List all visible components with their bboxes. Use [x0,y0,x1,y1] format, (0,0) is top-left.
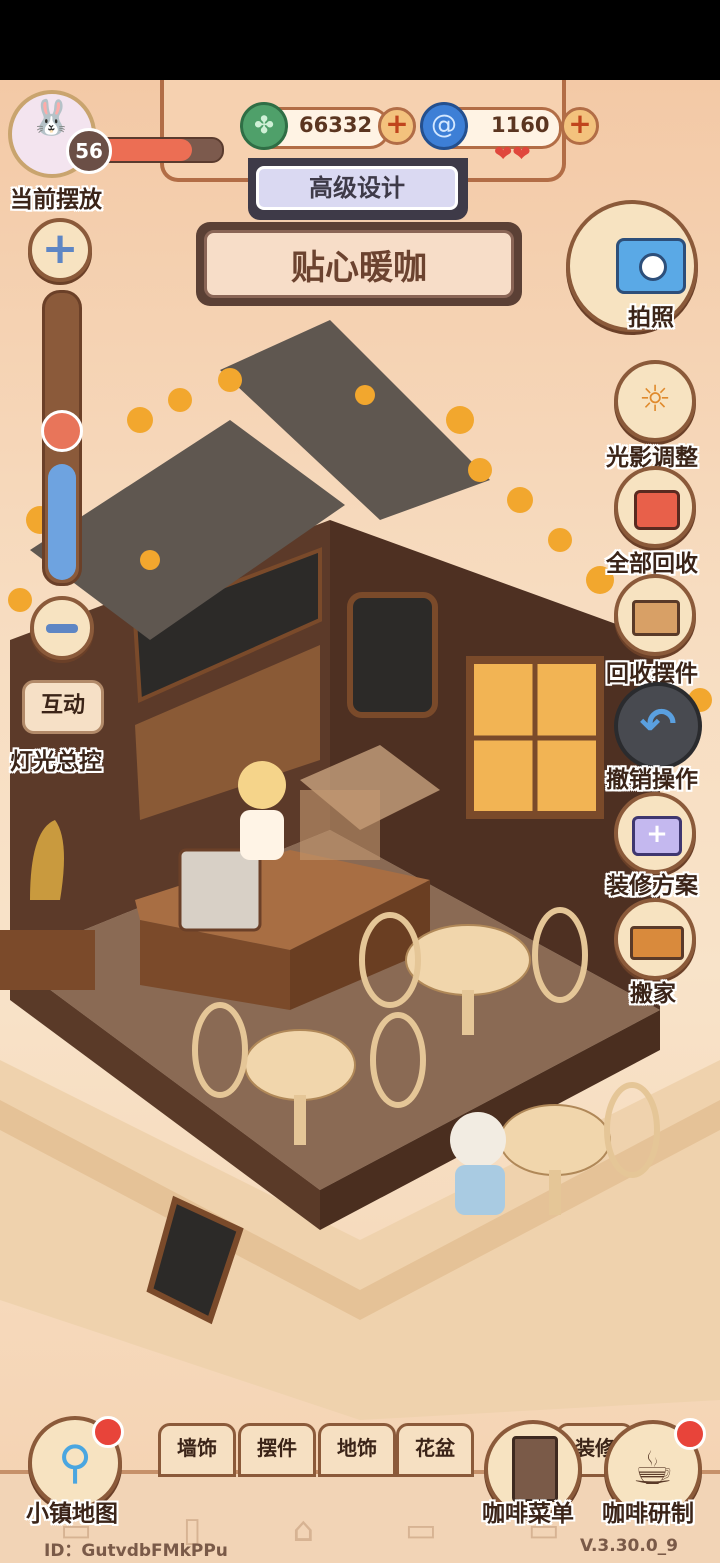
camera-icon [616,238,686,294]
shop-name-banner: 贴心暖咖 [196,222,522,306]
game-scene: 66332 ✤ + 1160 @ + ❤❤ 🐰 56 当前摆放 高级设计 贴心暖… [0,80,720,1563]
plus-icon: + [41,223,79,274]
tab-floor-decor[interactable]: 地饰 [318,1423,396,1477]
add-leaf-button[interactable]: + [378,107,416,145]
design-plan-button[interactable]: + [614,792,696,874]
tab-flower-pots[interactable]: 花盆 [396,1423,474,1477]
move-house-button[interactable] [614,898,696,980]
right-menu-label-5: 装修方案 [606,873,698,899]
gem-amount: 1160 [491,113,550,137]
player-id: ID：GutvdbFMkPPu [44,1541,228,1561]
bunny-icon: 🐰 [30,98,73,138]
recycle-all-button[interactable] [614,466,696,548]
leaf-icon: ✤ [240,102,288,150]
advanced-design-banner[interactable]: 高级设计 [248,158,468,220]
truck-icon [630,926,684,960]
shop-name: 贴心暖咖 [291,248,427,288]
add-gem-button[interactable]: + [561,107,599,145]
recycle-item-button[interactable] [614,574,696,656]
leaf-amount: 66332 [299,113,373,137]
tab-wall-decor[interactable]: 墙饰 [158,1423,236,1477]
current-placement-label: 当前摆放 [10,187,102,213]
folder-plus-icon: + [632,816,682,856]
zoom-in-button[interactable]: + [28,218,92,282]
menu-book-icon [512,1436,558,1502]
light-slider-fill [48,464,76,580]
level-badge: 56 [66,128,112,174]
light-adjust-button[interactable]: ☼ [614,360,696,442]
recycle-all-icon [634,490,680,530]
map-notification-badge [92,1416,124,1448]
zoom-out-button[interactable] [30,596,94,660]
research-notification-badge [674,1418,706,1450]
minus-icon [46,624,78,633]
hearts-icon: ❤❤ [494,142,531,167]
advanced-design-label: 高级设计 [256,166,458,210]
version-label: V.3.30.0_9 [580,1536,678,1556]
right-menu-label-2: 全部回收 [606,551,698,577]
coffee-research-label: 咖啡研制 [602,1501,694,1527]
light-control-label[interactable]: 灯光总控 [10,742,102,776]
interact-button[interactable]: 互动 [22,680,104,734]
undo-button[interactable]: ↶ [614,682,702,770]
sun-moon-icon: ☼ [638,379,672,420]
tab-ornaments[interactable]: 摆件 [238,1423,316,1477]
recycle-item-icon [632,600,680,636]
right-menu-label-6: 搬家 [630,981,676,1007]
right-menu-label-4: 撤销操作 [606,767,698,793]
town-map-label: 小镇地图 [26,1501,118,1527]
swirl-gem-icon: @ [420,102,468,150]
light-slider-handle[interactable] [41,410,83,452]
coffee-menu-label: 咖啡菜单 [482,1501,574,1527]
undo-icon: ↶ [639,699,677,750]
right-menu-label-0: 拍照 [628,305,674,331]
